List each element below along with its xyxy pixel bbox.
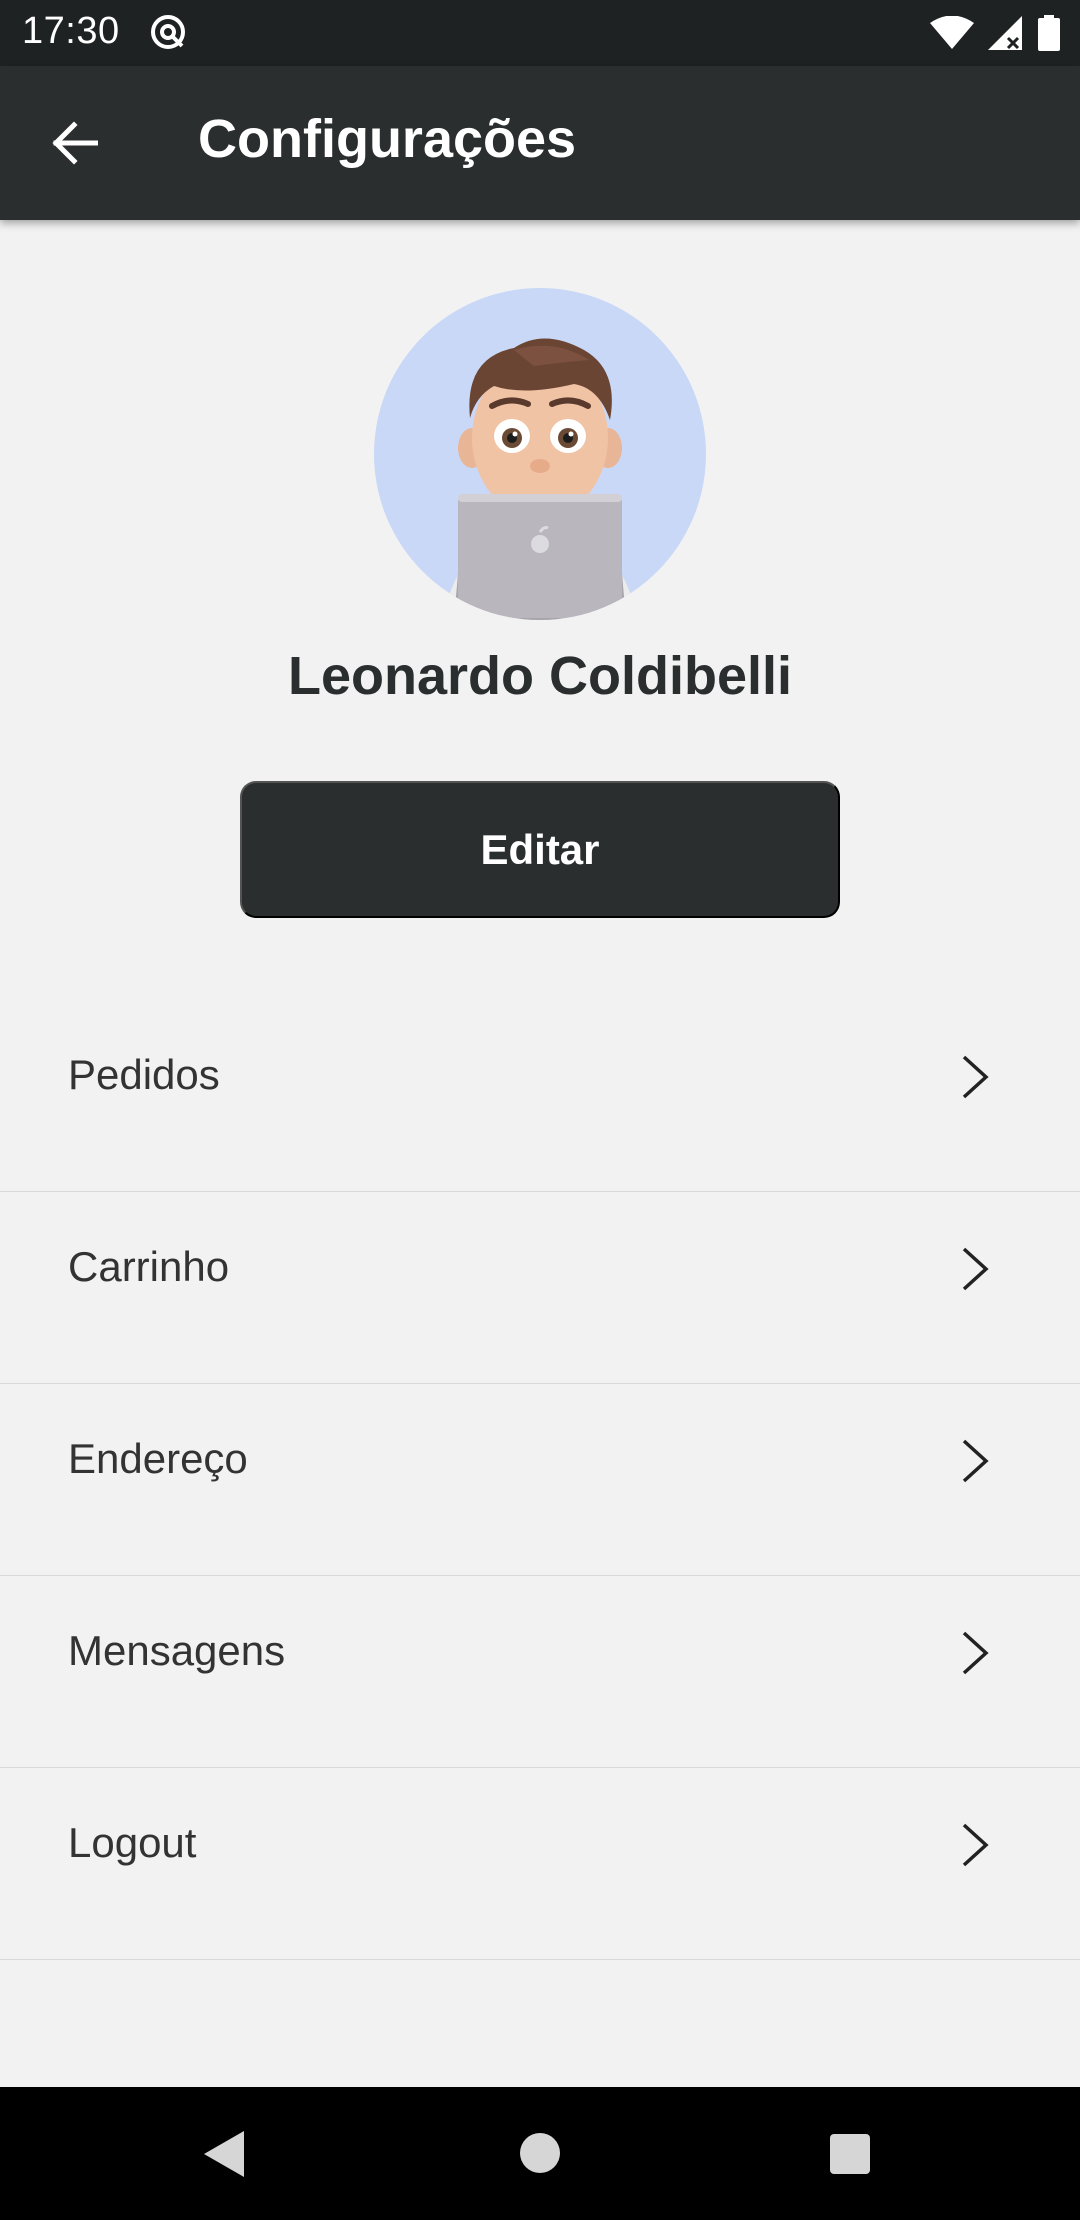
- arrow-left-icon: [52, 121, 98, 165]
- menu-item-label: Endereço: [68, 1435, 248, 1482]
- app-bar: Configurações: [0, 66, 1080, 220]
- avatar: [374, 288, 706, 620]
- edit-button[interactable]: Editar: [240, 781, 840, 918]
- menu-item-logout[interactable]: Logout: [0, 1768, 1080, 1960]
- at-sign-icon: [151, 15, 185, 49]
- menu-item-pedidos[interactable]: Pedidos: [0, 1000, 1080, 1192]
- menu-item-endereco[interactable]: Endereço: [0, 1384, 1080, 1576]
- triangle-back-icon[interactable]: [204, 2131, 246, 2177]
- status-bar: 17:30: [0, 0, 1080, 66]
- profile-name: Leonardo Coldibelli: [287, 646, 792, 706]
- status-time: 17:30: [22, 10, 120, 52]
- chevron-right-icon: [962, 1823, 989, 1867]
- menu-item-label: Logout: [68, 1819, 197, 1866]
- menu-item-label: Carrinho: [68, 1243, 230, 1290]
- battery-icon: [1038, 15, 1060, 51]
- back-button[interactable]: [44, 113, 104, 173]
- menu-item-label: Pedidos: [68, 1051, 220, 1098]
- chevron-right-icon: [962, 1439, 989, 1483]
- wifi-icon: [930, 16, 974, 49]
- menu-item-label: Mensagens: [68, 1627, 286, 1674]
- memoji-avatar-image: [444, 338, 636, 620]
- menu-item-carrinho[interactable]: Carrinho: [0, 1192, 1080, 1384]
- chevron-right-icon: [962, 1631, 989, 1675]
- settings-menu: Pedidos Carrinho Endereço Mensagens Logo…: [0, 1000, 1080, 1960]
- chevron-right-icon: [962, 1055, 989, 1099]
- signal-icon: [988, 16, 1022, 50]
- system-nav-bar: [0, 2087, 1080, 2220]
- square-recents-icon[interactable]: [830, 2134, 870, 2174]
- menu-item-mensagens[interactable]: Mensagens: [0, 1576, 1080, 1768]
- circle-home-icon[interactable]: [520, 2133, 560, 2173]
- page-title: Configurações: [198, 109, 577, 169]
- chevron-right-icon: [962, 1247, 989, 1291]
